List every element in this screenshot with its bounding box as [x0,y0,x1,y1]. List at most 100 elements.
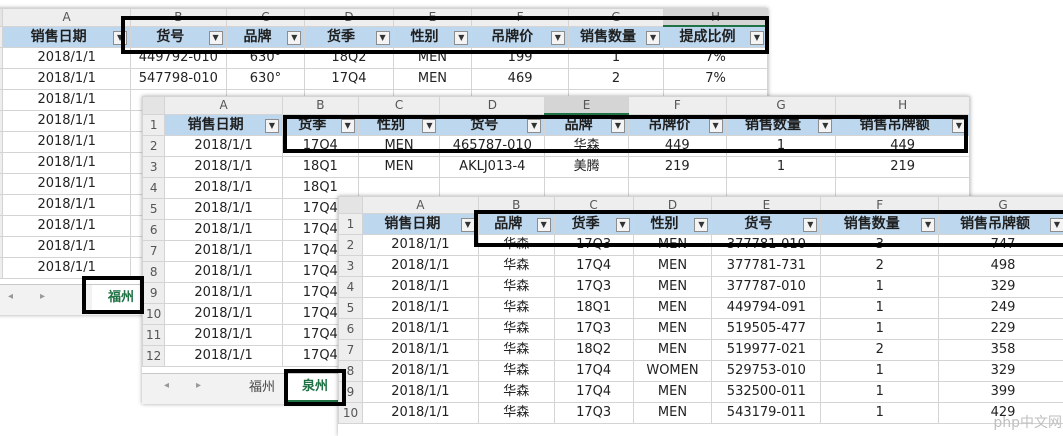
nav-next-icon[interactable]: ▸ [40,291,45,302]
table-cell[interactable]: MEN [633,340,712,361]
header-cell[interactable]: 销售吊牌额▼ [836,114,970,136]
table-cell[interactable]: MEN [633,277,712,298]
row-number[interactable]: 2 [143,136,165,157]
column-letter[interactable]: A [3,9,131,27]
row-number[interactable]: 7 [143,241,165,262]
header-cell[interactable]: 销售日期▼ [3,26,131,48]
column-letter[interactable]: B [478,197,554,214]
table-cell[interactable]: 2018/1/1 [362,382,478,403]
header-cell[interactable]: 货季▼ [305,26,393,48]
table-cell[interactable]: 2018/1/1 [3,69,131,90]
table-cell[interactable]: 329 [939,277,1063,298]
filter-dropdown-icon[interactable]: ▼ [551,31,565,45]
table-cell[interactable]: 449794-091 [712,298,821,319]
filter-dropdown-icon[interactable]: ▼ [454,31,468,45]
sheet-tab-fuzhou[interactable]: 福州 [240,376,284,400]
header-cell[interactable]: 性别▼ [393,26,472,48]
table-cell[interactable]: MEN [633,319,712,340]
table-cell[interactable]: 2018/1/1 [362,277,478,298]
filter-dropdown-icon[interactable]: ▼ [287,31,301,45]
row-number[interactable]: 3 [143,157,165,178]
table-cell[interactable]: 358 [939,340,1063,361]
filter-dropdown-icon[interactable]: ▼ [113,31,127,45]
row-number[interactable]: 6 [143,220,165,241]
column-letter[interactable]: G [568,9,663,27]
header-cell[interactable]: 销售数量▼ [821,214,939,235]
column-letter[interactable]: B [131,9,227,27]
table-cell[interactable]: 449792-010 [131,48,227,69]
table-cell[interactable]: 377781-731 [712,256,821,277]
column-letter[interactable]: H [664,9,768,27]
table-cell[interactable]: 1 [821,298,939,319]
table-cell[interactable]: 199 [472,48,569,69]
header-cell[interactable]: 货季▼ [554,214,633,235]
table-cell[interactable]: 329 [939,361,1063,382]
row-number[interactable]: 9 [143,283,165,304]
row-number[interactable]: 8 [143,262,165,283]
row-number[interactable]: 3 [339,256,363,277]
table-cell[interactable]: 2018/1/1 [3,195,131,216]
row-number[interactable]: 5 [339,298,363,319]
table-cell[interactable]: 17Q3 [554,235,633,256]
column-letter[interactable]: C [226,9,305,27]
table-cell[interactable]: 2018/1/1 [362,298,478,319]
header-cell[interactable]: 品牌▼ [545,114,629,136]
table-cell[interactable]: 17Q3 [554,277,633,298]
table-cell[interactable]: 2018/1/1 [165,199,283,220]
filter-dropdown-icon[interactable]: ▼ [537,218,551,232]
table-cell[interactable]: 华森 [478,403,554,424]
table-cell[interactable]: 2018/1/1 [165,178,283,199]
table-cell[interactable]: 华森 [478,382,554,403]
table-cell[interactable]: 华森 [478,340,554,361]
header-cell[interactable]: 货号▼ [440,114,545,136]
header-cell[interactable]: 货号▼ [131,26,227,48]
table-cell[interactable]: 17Q4 [554,382,633,403]
header-cell[interactable]: 吊牌价▼ [628,114,726,136]
table-cell[interactable]: 2018/1/1 [3,90,131,111]
table-cell[interactable]: 399 [939,382,1063,403]
column-letter[interactable]: E [712,197,821,214]
filter-dropdown-icon[interactable]: ▼ [376,31,390,45]
select-all-corner[interactable] [143,97,165,115]
row-number[interactable]: 4 [143,178,165,199]
filter-dropdown-icon[interactable]: ▼ [422,119,436,133]
table-cell[interactable]: 519977-021 [712,340,821,361]
table-cell[interactable]: 18Q2 [554,340,633,361]
table-cell[interactable]: 449 [836,136,970,157]
row-number[interactable]: 5 [143,199,165,220]
table-cell[interactable]: 630° [226,69,305,90]
table-cell[interactable]: 469 [472,69,569,90]
column-letter[interactable]: E [545,97,629,115]
row-number[interactable]: 6 [339,319,363,340]
column-letter[interactable]: A [165,97,283,115]
table-cell[interactable]: MEN [633,403,712,424]
table-cell[interactable]: 532500-011 [712,382,821,403]
row-number[interactable]: 9 [339,382,363,403]
table-cell[interactable]: 2018/1/1 [165,304,283,325]
table-cell[interactable]: 630° [226,48,305,69]
table-cell[interactable]: MEN [633,298,712,319]
table-cell[interactable]: 2018/1/1 [3,216,131,237]
table-cell[interactable]: 18Q1 [554,298,633,319]
row-number[interactable]: 1 [143,114,165,136]
table-cell[interactable]: 219 [836,157,970,178]
filter-dropdown-icon[interactable]: ▼ [461,218,475,232]
table-cell[interactable]: 2018/1/1 [165,220,283,241]
table-cell[interactable]: 华森 [478,298,554,319]
table-cell[interactable]: 华森 [478,256,554,277]
filter-dropdown-icon[interactable]: ▼ [209,31,223,45]
filter-dropdown-icon[interactable]: ▼ [646,31,660,45]
table-cell[interactable]: 华森 [545,136,629,157]
table-cell[interactable]: MEN [633,235,712,256]
table-cell[interactable]: 519505-477 [712,319,821,340]
table-cell[interactable]: 17Q3 [554,403,633,424]
column-letter[interactable]: F [821,197,939,214]
table-cell[interactable]: 2018/1/1 [165,325,283,346]
table-cell[interactable]: 2018/1/1 [3,237,131,258]
table-cell[interactable]: 美腾 [545,157,629,178]
table-cell[interactable]: 2018/1/1 [362,361,478,382]
header-cell[interactable]: 销售数量▼ [568,26,663,48]
table-cell[interactable]: 2018/1/1 [165,346,283,367]
table-cell[interactable]: 2018/1/1 [3,258,131,279]
table-cell[interactable]: 2018/1/1 [362,340,478,361]
